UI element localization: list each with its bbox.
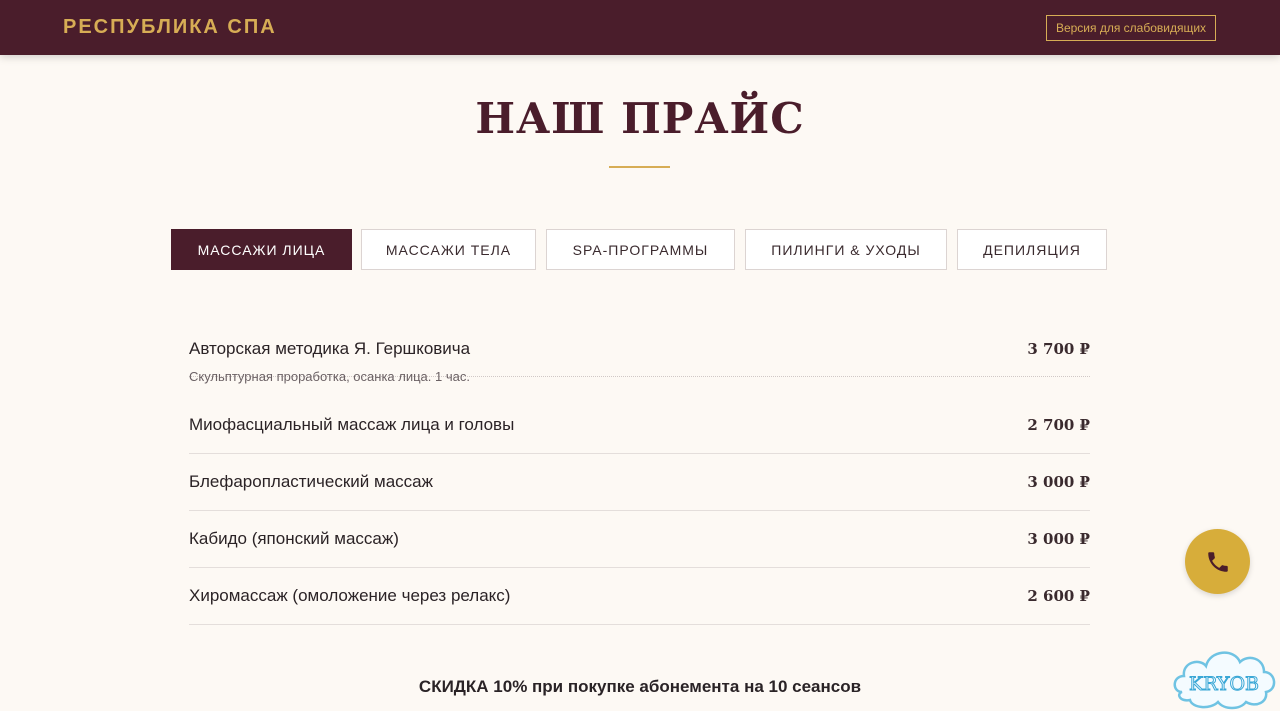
service-price: 3 700 ₽ [1027,340,1090,358]
phone-icon [1207,551,1228,572]
service-name: Авторская методика Я. Гершковича [189,339,471,358]
service-price: 2 600 ₽ [1027,587,1090,605]
service-name: Кабидо (японский массаж) [189,529,399,548]
tab-spa-programs[interactable]: SPA-ПРОГРАММЫ [546,229,735,270]
service-price: 2 700 ₽ [1027,416,1090,434]
svg-text:KRYOB: KRYOB [1189,673,1259,695]
discount-note: СКИДКА 10% при покупке абонемента на 10 … [418,677,862,696]
price-row: Хиромассаж (омоложение через релакс) 2 6… [189,568,1090,625]
price-row: Миофасциальный массаж лица и головы 2 70… [189,377,1090,454]
page-title: НАШ ПРАЙС [475,94,805,143]
service-name: Хиромассаж (омоложение через релакс) [189,586,511,605]
tab-peelings-care[interactable]: ПИЛИНГИ & УХОДЫ [745,229,947,270]
title-divider [609,166,670,168]
service-name: Миофасциальный массаж лица и головы [189,415,515,434]
accessibility-version-button[interactable]: Версия для слабовидящих [1046,15,1216,41]
tab-body-massage[interactable]: МАССАЖИ ТЕЛА [361,229,536,270]
service-price: 3 000 ₽ [1027,473,1090,491]
price-row: Кабидо (японский массаж) 3 000 ₽ [189,511,1090,568]
site-header: РЕСПУБЛИКА СПА Версия для слабовидящих [0,0,1280,55]
watermark-logo: KRYOB [1168,640,1280,711]
call-button[interactable] [1185,529,1250,594]
service-name: Блефаропластический массаж [189,472,433,491]
tab-face-massage[interactable]: МАССАЖИ ЛИЦА [171,229,352,270]
service-price: 3 000 ₽ [1027,530,1090,548]
price-row: Блефаропластический массаж 3 000 ₽ [189,454,1090,511]
tab-depilation[interactable]: ДЕПИЛЯЦИЯ [957,229,1107,270]
site-logo[interactable]: РЕСПУБЛИКА СПА [63,16,277,39]
price-row: Авторская методика Я. Гершковича Скульпт… [189,330,1090,384]
